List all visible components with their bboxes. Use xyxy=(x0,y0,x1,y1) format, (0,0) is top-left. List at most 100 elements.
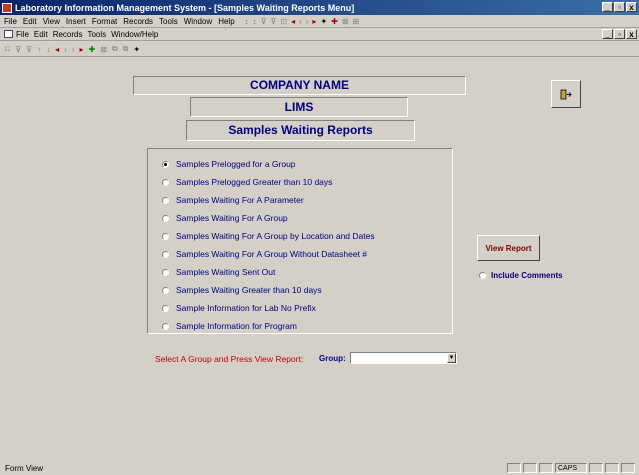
delete-record-icon[interactable]: ⊠ xyxy=(100,45,107,54)
window-title: Laboratory Information Management System… xyxy=(15,2,355,13)
group-combobox[interactable]: ▼ xyxy=(350,352,457,364)
option-waiting-greater-10-days[interactable]: Samples Waiting Greater than 10 days xyxy=(162,285,322,295)
radio-button[interactable] xyxy=(162,178,169,186)
status-cell xyxy=(589,463,603,473)
option-label: Samples Waiting For A Group by Location … xyxy=(176,231,375,241)
group-label: Group: xyxy=(319,354,346,363)
option-label: Samples Prelogged for a Group xyxy=(176,159,296,169)
minimize-button[interactable]: _ xyxy=(602,2,613,12)
menu-view[interactable]: View xyxy=(43,17,60,26)
new-record-icon[interactable]: ✚ xyxy=(89,45,96,54)
sort-descending-icon[interactable]: ↓ xyxy=(46,45,50,54)
option-waiting-group-without-datasheet[interactable]: Samples Waiting For A Group Without Data… xyxy=(162,249,367,259)
menu-file[interactable]: File xyxy=(4,17,17,26)
option-prelogged-greater-10-days[interactable]: Samples Prelogged Greater than 10 days xyxy=(162,177,332,187)
menu-tools[interactable]: Tools xyxy=(159,17,178,26)
radio-button[interactable] xyxy=(162,286,169,294)
previous-record-icon[interactable]: ‹ xyxy=(299,17,302,26)
exit-door-icon xyxy=(560,89,572,99)
form-restore-button[interactable]: ▫ xyxy=(614,29,625,39)
sort-descending-icon[interactable]: ↕ xyxy=(253,17,257,26)
filter-by-form-icon[interactable]: ⊽ xyxy=(26,45,32,54)
radio-button[interactable] xyxy=(162,250,169,258)
radio-button[interactable] xyxy=(162,268,169,276)
window-controls: _ ▫ x xyxy=(602,2,637,12)
find-icon[interactable]: ✦ xyxy=(320,17,327,26)
select-group-prompt: Select A Group and Press View Report: xyxy=(155,354,304,364)
first-record-icon[interactable]: ◂ xyxy=(55,45,59,54)
menu-format[interactable]: Format xyxy=(92,17,117,26)
undo-icon[interactable]: ⎌ xyxy=(4,44,10,54)
filter-by-form-icon[interactable]: ⊽ xyxy=(271,17,277,26)
new-record-icon[interactable]: ✚ xyxy=(331,17,338,26)
find-icon[interactable]: ✦ xyxy=(133,45,140,54)
view-report-button[interactable]: View Report xyxy=(477,235,540,261)
sort-ascending-icon[interactable]: ↑ xyxy=(37,45,41,54)
menu-help[interactable]: Help xyxy=(218,17,234,26)
last-record-icon[interactable]: ▸ xyxy=(312,17,316,26)
first-record-icon[interactable]: ◂ xyxy=(291,17,295,26)
chevron-down-icon[interactable]: ▼ xyxy=(447,353,456,363)
status-cell xyxy=(621,463,635,473)
company-name-label: COMPANY NAME xyxy=(133,76,466,95)
option-waiting-for-group[interactable]: Samples Waiting For A Group xyxy=(162,213,288,223)
option-label: Samples Waiting Greater than 10 days xyxy=(176,285,322,295)
status-bar: Form View CAPS xyxy=(0,462,639,475)
menu-insert[interactable]: Insert xyxy=(66,17,86,26)
radio-button[interactable] xyxy=(162,160,169,168)
option-info-lab-no-prefix[interactable]: Sample Information for Lab No Prefix xyxy=(162,303,316,313)
menu2-tools[interactable]: Tools xyxy=(87,30,106,39)
radio-button[interactable] xyxy=(479,272,486,279)
status-cell xyxy=(523,463,537,473)
paste-icon[interactable]: ⧉ xyxy=(123,44,129,54)
menu-records[interactable]: Records xyxy=(123,17,153,26)
form-toolbar: ⎌ ⊽ ⊽ ↑ ↓ ◂ ‹ › ▸ ✚ ⊠ ⧉ ⧉ ✦ xyxy=(0,42,639,57)
title-bar: Laboratory Information Management System… xyxy=(0,0,639,15)
include-comments-option[interactable]: Include Comments xyxy=(479,271,563,280)
form-document-icon[interactable] xyxy=(4,30,13,38)
status-cell xyxy=(507,463,521,473)
radio-button[interactable] xyxy=(162,304,169,312)
status-cell xyxy=(539,463,553,473)
option-prelogged-for-group[interactable]: Samples Prelogged for a Group xyxy=(162,159,296,169)
menu2-file[interactable]: File xyxy=(16,30,29,39)
option-waiting-sent-out[interactable]: Samples Waiting Sent Out xyxy=(162,267,275,277)
radio-button[interactable] xyxy=(162,322,169,330)
menu-edit[interactable]: Edit xyxy=(23,17,37,26)
previous-record-icon[interactable]: ‹ xyxy=(64,45,67,54)
exit-button[interactable] xyxy=(551,80,581,108)
apply-filter-icon[interactable]: ⊡ xyxy=(280,17,287,26)
menu2-window-help[interactable]: Window/Help xyxy=(111,30,158,39)
menu2-edit[interactable]: Edit xyxy=(34,30,48,39)
form-close-button[interactable]: x xyxy=(626,29,637,39)
form-menu-bar: File Edit Records Tools Window/Help _ ▫ … xyxy=(0,28,639,41)
radio-button[interactable] xyxy=(162,214,169,222)
menu2-records[interactable]: Records xyxy=(53,30,83,39)
radio-button[interactable] xyxy=(162,232,169,240)
menu-window[interactable]: Window xyxy=(184,17,212,26)
radio-button[interactable] xyxy=(162,196,169,204)
restore-button[interactable]: ▫ xyxy=(614,2,625,12)
sort-ascending-icon[interactable]: ↕ xyxy=(245,17,249,26)
option-info-for-program[interactable]: Sample Information for Program xyxy=(162,321,297,331)
database-window-icon[interactable]: ⊞ xyxy=(353,17,360,26)
form-minimize-button[interactable]: _ xyxy=(602,29,613,39)
next-record-icon[interactable]: › xyxy=(306,17,309,26)
option-waiting-for-parameter[interactable]: Samples Waiting For A Parameter xyxy=(162,195,304,205)
last-record-icon[interactable]: ▸ xyxy=(79,45,83,54)
status-text: Form View xyxy=(5,464,44,473)
copy-icon[interactable]: ⧉ xyxy=(112,44,118,54)
main-menu-bar: File Edit View Insert Format Records Too… xyxy=(0,15,639,28)
option-waiting-group-location-dates[interactable]: Samples Waiting For A Group by Location … xyxy=(162,231,375,241)
status-cell xyxy=(605,463,619,473)
samples-waiting-reports-form: COMPANY NAME LIMS Samples Waiting Report… xyxy=(5,60,633,460)
next-record-icon[interactable]: › xyxy=(72,45,75,54)
option-label: Samples Prelogged Greater than 10 days xyxy=(176,177,333,187)
delete-record-icon[interactable]: ⊠ xyxy=(342,17,349,26)
filter-by-selection-icon[interactable]: ⊽ xyxy=(261,17,267,26)
option-label: Samples Waiting For A Parameter xyxy=(176,195,304,205)
app-icon xyxy=(2,2,12,13)
filter-icon[interactable]: ⊽ xyxy=(15,45,21,54)
lims-label: LIMS xyxy=(190,97,408,117)
close-button[interactable]: x xyxy=(626,2,637,12)
